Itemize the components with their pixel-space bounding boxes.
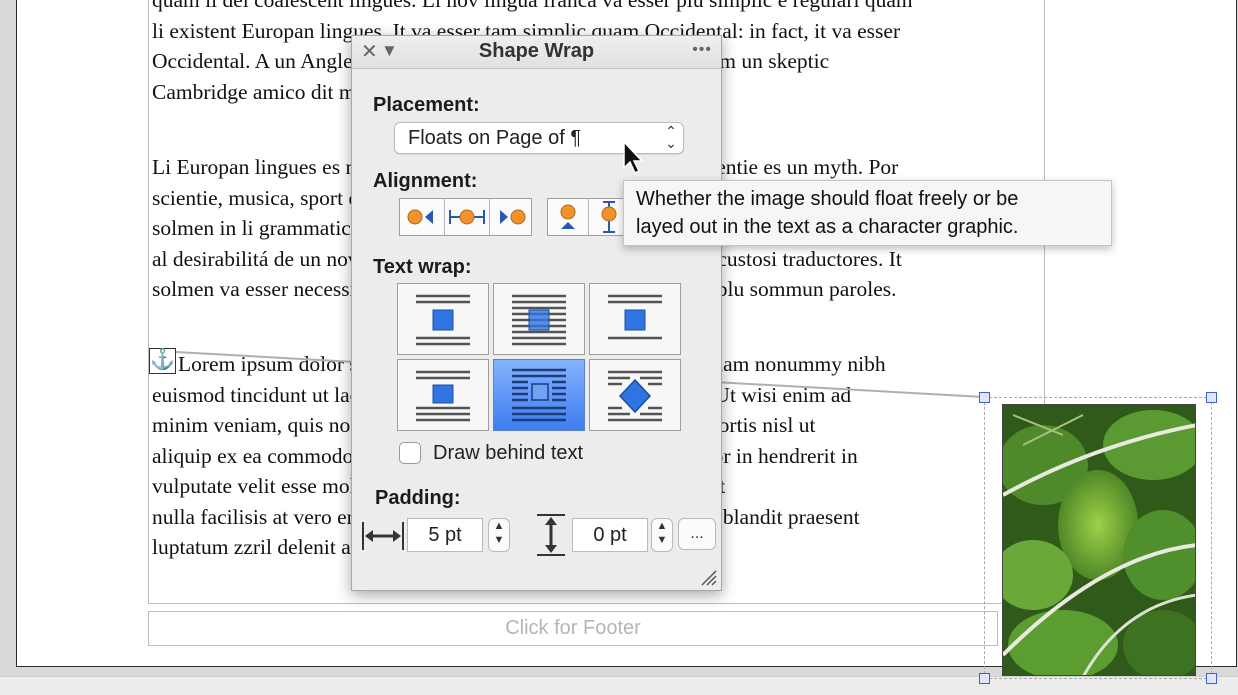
horizontal-padding-icon <box>362 522 404 550</box>
alignment-label: Alignment: <box>373 170 478 192</box>
align-left-button[interactable] <box>400 199 445 235</box>
resize-handle-bottom-right[interactable] <box>1206 673 1217 684</box>
text-line: quam li del coalescent lingues. Li nov l… <box>152 0 913 12</box>
plant-photo <box>1003 405 1195 675</box>
align-right-icon <box>500 209 526 225</box>
draw-behind-label: Draw behind text <box>433 442 584 464</box>
shape-wrap-panel: ✕ ▼ Shape Wrap ••• Placement: Floats on … <box>351 35 722 591</box>
mouse-pointer-icon <box>623 140 644 175</box>
vertical-padding-input[interactable]: 0 pt <box>572 518 648 552</box>
tooltip-line: Whether the image should float freely or… <box>636 188 1019 210</box>
resize-handle-top-left[interactable] <box>979 392 990 403</box>
placement-value: Floats on Page of ¶ <box>408 127 582 149</box>
placement-label: Placement: <box>373 94 480 116</box>
resize-grip-icon[interactable] <box>700 569 718 587</box>
vertical-padding-stepper[interactable]: ▲ ▼ <box>651 518 673 552</box>
wrap-through-icon <box>512 294 566 346</box>
horizontal-padding-input[interactable]: 5 pt <box>407 518 483 552</box>
wrap-around-shape-button[interactable] <box>493 359 585 431</box>
draw-behind-checkbox[interactable] <box>399 442 421 464</box>
align-right-button[interactable] <box>490 199 534 235</box>
wrap-contour-button[interactable] <box>589 359 681 431</box>
horizontal-alignment-group <box>399 198 532 236</box>
tooltip-line: layed out in the text as a character gra… <box>636 216 1019 238</box>
align-center-icon <box>449 209 485 225</box>
align-center-button[interactable] <box>445 199 490 235</box>
anchor-icon[interactable]: ⚓ <box>149 348 176 374</box>
align-top-icon <box>560 204 576 229</box>
align-left-icon <box>407 209 433 225</box>
padding-label: Padding: <box>375 487 461 509</box>
resize-handle-top-right[interactable] <box>1206 392 1217 403</box>
wrap-top-icon <box>608 294 662 340</box>
panel-title: Shape Wrap <box>478 40 595 62</box>
vertical-padding-icon <box>537 514 565 556</box>
panel-titlebar[interactable]: ✕ ▼ Shape Wrap ••• <box>352 36 721 69</box>
wrap-top-bottom-icon <box>416 294 470 346</box>
text-wrap-label: Text wrap: <box>373 256 472 278</box>
align-top-button[interactable] <box>548 199 589 235</box>
wrap-through-button[interactable] <box>493 283 585 355</box>
more-options-icon[interactable]: ••• <box>692 41 712 59</box>
wrap-top-button[interactable] <box>589 283 681 355</box>
chevron-updown-icon: ⌃ ⌄ <box>665 123 677 151</box>
wrap-around-shape-icon <box>512 368 566 422</box>
more-padding-button[interactable]: ... <box>678 518 716 550</box>
floating-image[interactable] <box>1002 404 1196 676</box>
wrap-bottom-icon <box>416 370 470 422</box>
wrap-bottom-button[interactable] <box>397 359 489 431</box>
footer-placeholder[interactable]: Click for Footer <box>148 611 998 646</box>
placement-tooltip: Whether the image should float freely or… <box>623 180 1112 246</box>
wrap-top-bottom-button[interactable] <box>397 283 489 355</box>
resize-handle-bottom-left[interactable] <box>979 673 990 684</box>
horizontal-padding-stepper[interactable]: ▲ ▼ <box>488 518 510 552</box>
wrap-contour-icon <box>608 370 662 422</box>
vertical-alignment-group <box>547 198 627 236</box>
